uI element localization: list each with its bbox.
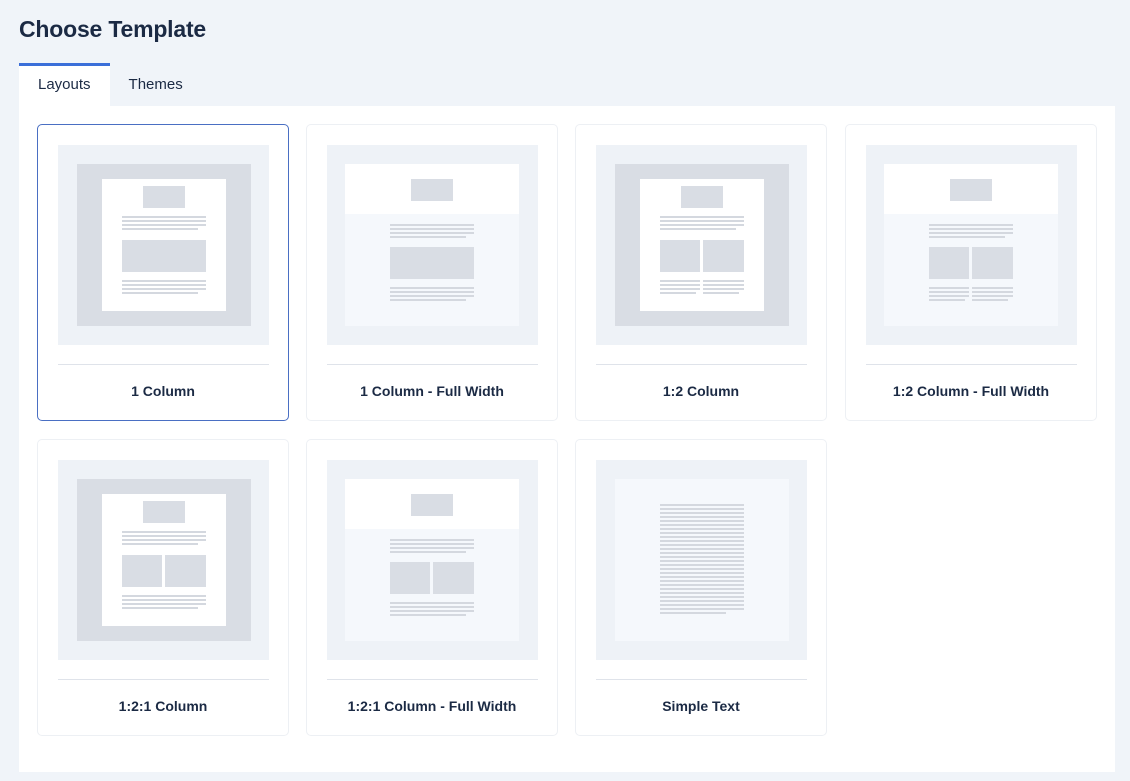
- preview-text-line: [660, 580, 744, 582]
- template-label: 1:2:1 Column - Full Width: [347, 698, 517, 714]
- preview-text-line: [660, 576, 744, 578]
- preview-text-line: [660, 556, 744, 558]
- preview-text-line: [660, 584, 744, 586]
- template-preview: [327, 145, 538, 345]
- card-divider: [327, 679, 538, 680]
- preview-text-line: [660, 508, 744, 510]
- template-label: 1 Column: [131, 383, 195, 399]
- card-divider: [58, 679, 269, 680]
- card-divider: [596, 679, 807, 680]
- template-label: 1:2 Column: [662, 383, 740, 399]
- template-preview: [596, 460, 807, 660]
- preview-text-line: [660, 536, 744, 538]
- preview-text-line: [660, 572, 744, 574]
- template-card-1-2-column[interactable]: 1:2 Column: [575, 124, 827, 421]
- preview-text-line: [660, 592, 744, 594]
- preview-text-line: [660, 564, 744, 566]
- template-label: Simple Text: [662, 698, 740, 714]
- card-divider: [58, 364, 269, 365]
- template-card-1-column-full-width[interactable]: 1 Column - Full Width: [306, 124, 558, 421]
- template-card-simple-text[interactable]: Simple Text: [575, 439, 827, 736]
- template-label: 1 Column - Full Width: [360, 383, 504, 399]
- template-card-1-2-column-full-width[interactable]: 1:2 Column - Full Width: [845, 124, 1097, 421]
- preview-text-line: [660, 548, 744, 550]
- page-title: Choose Template: [19, 16, 206, 42]
- preview-text-line: [660, 516, 744, 518]
- card-divider: [596, 364, 807, 365]
- preview-text-line: [660, 552, 744, 554]
- tab-themes[interactable]: Themes: [110, 63, 202, 106]
- template-preview: [866, 145, 1077, 345]
- preview-text-line: [660, 540, 744, 542]
- preview-text-line: [660, 528, 744, 530]
- template-card-1-column[interactable]: 1 Column: [37, 124, 289, 421]
- template-label: 1:2 Column - Full Width: [892, 383, 1050, 399]
- preview-text-line: [660, 588, 744, 590]
- card-divider: [866, 364, 1077, 365]
- preview-text-line: [660, 504, 744, 506]
- template-card-1-2-1-column-full-width[interactable]: 1:2:1 Column - Full Width: [306, 439, 558, 736]
- card-divider: [327, 364, 538, 365]
- preview-text-line: [660, 596, 744, 598]
- tab-layouts[interactable]: Layouts: [19, 63, 110, 106]
- preview-text-line: [660, 512, 744, 514]
- template-card-1-2-1-column[interactable]: 1:2:1 Column: [37, 439, 289, 736]
- template-label: 1:2:1 Column: [118, 698, 208, 714]
- layouts-panel: 1 Column 1 Column - Full Width 1:2 Colum…: [19, 106, 1115, 772]
- preview-text-line: [660, 612, 726, 614]
- preview-text-line: [660, 608, 744, 610]
- template-preview: [58, 145, 269, 345]
- template-preview: [58, 460, 269, 660]
- template-preview: [596, 145, 807, 345]
- preview-text-line: [660, 600, 744, 602]
- preview-text-line: [660, 604, 744, 606]
- preview-text-line: [660, 560, 744, 562]
- template-preview: [327, 460, 538, 660]
- preview-text-line: [660, 568, 744, 570]
- preview-text-line: [660, 524, 744, 526]
- preview-text-line: [660, 544, 744, 546]
- tab-bar: Layouts Themes: [19, 63, 202, 106]
- preview-text-line: [660, 520, 744, 522]
- preview-text-line: [660, 532, 744, 534]
